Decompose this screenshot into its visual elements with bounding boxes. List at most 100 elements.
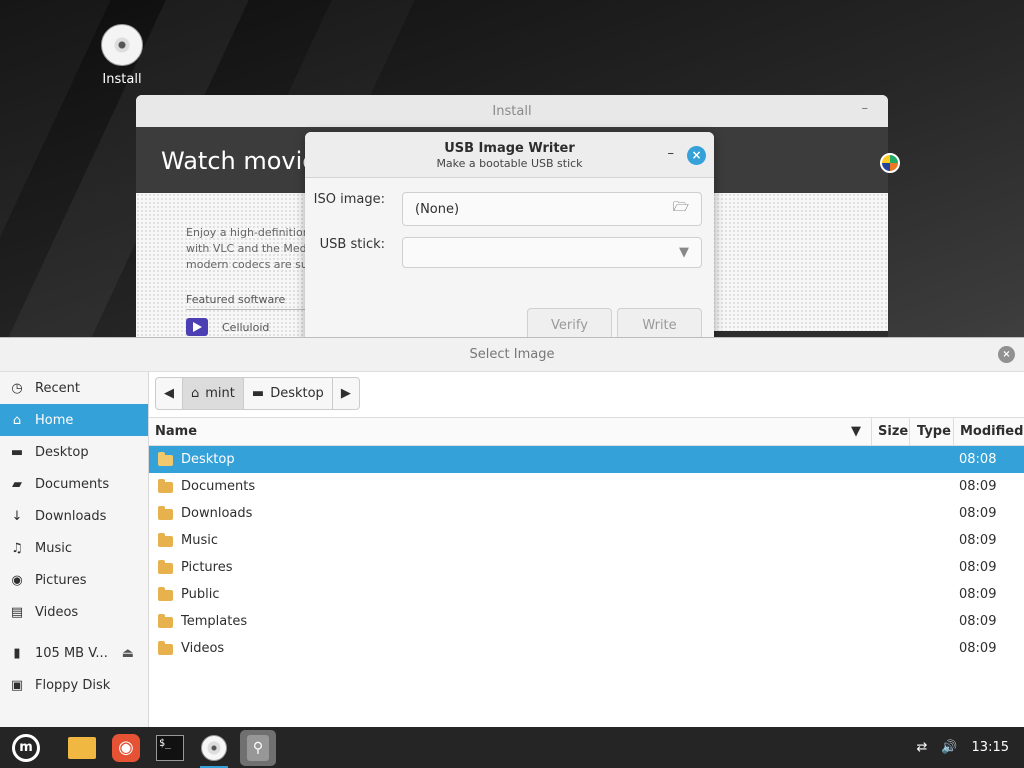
usb-image-writer-dialog: USB Image Writer Make a bootable USB sti… (305, 132, 714, 342)
desktop-icon: ▬ (251, 386, 265, 401)
disc-icon (101, 24, 143, 66)
minimize-icon[interactable]: – (862, 101, 869, 116)
celluloid-icon (186, 318, 208, 336)
folder-icon (158, 560, 173, 574)
chevron-left-icon: ◀ (164, 386, 174, 401)
install-window-title: Install (492, 103, 532, 119)
type-column-header[interactable]: Type (910, 418, 954, 445)
usb-writer-subtitle: Make a bootable USB stick (436, 157, 583, 170)
desktop-install-shortcut[interactable]: Install (96, 24, 148, 87)
path-mint[interactable]: ⌂ mint (183, 378, 244, 409)
sidebar-item-music[interactable]: ♫ Music (0, 532, 148, 564)
files-launcher[interactable] (64, 730, 100, 766)
path-back-button[interactable]: ◀ (156, 378, 183, 409)
file-row-downloads[interactable]: Downloads 08:09 (149, 500, 1024, 527)
volume-icon[interactable]: 🔊 (941, 740, 957, 755)
chevron-right-icon: ▶ (340, 386, 351, 401)
select-image-title: Select Image (469, 347, 555, 362)
iso-label: ISO image: (313, 192, 385, 207)
file-row-templates[interactable]: Templates 08:09 (149, 608, 1024, 635)
usb-writer-task[interactable]: ⚲ (240, 729, 276, 766)
color-picker-icon[interactable] (880, 153, 900, 173)
folder-icon (158, 533, 173, 547)
file-row-documents[interactable]: Documents 08:09 (149, 473, 1024, 500)
document-icon: ▰ (12, 476, 22, 492)
file-row-music[interactable]: Music 08:09 (149, 527, 1024, 554)
sidebar-item-documents[interactable]: ▰ Documents (0, 468, 148, 500)
drive-icon: ▮ (13, 645, 21, 661)
folder-icon (158, 452, 173, 466)
iso-row: ISO image: (None) 🗁 (305, 192, 702, 226)
disc-icon (201, 734, 227, 761)
floppy-icon: ▣ (10, 677, 24, 693)
folder-icon (158, 641, 173, 655)
sidebar-item-pictures[interactable]: ◉ Pictures (0, 564, 148, 596)
install-task[interactable] (196, 730, 232, 768)
close-icon[interactable]: × (998, 346, 1015, 363)
sidebar-item-downloads[interactable]: ↓ Downloads (0, 500, 148, 532)
taskbar: m ◉ $_ ⚲ ⇄ 🔊 13:15 (0, 727, 1024, 768)
sidebar-item-videos[interactable]: ▤ Videos (0, 596, 148, 628)
video-icon: ▤ (10, 604, 24, 620)
install-description: Enjoy a high-definition with VLC and the… (186, 226, 315, 271)
firefox-icon: ◉ (112, 733, 140, 762)
iso-file-button[interactable]: (None) 🗁 (402, 192, 702, 226)
music-icon: ♫ (11, 540, 23, 556)
minimize-icon[interactable]: – (668, 146, 675, 161)
install-titlebar[interactable]: Install – (136, 95, 888, 127)
folder-open-icon: 🗁 (672, 200, 689, 215)
terminal-launcher[interactable]: $_ (152, 730, 188, 766)
sidebar-item-floppy-disk[interactable]: ▣ Floppy Disk (0, 669, 148, 701)
file-list-header: Name ▼ Size Type Modified (149, 417, 1024, 446)
download-icon: ↓ (11, 508, 23, 524)
mint-menu-button[interactable]: m (8, 730, 44, 766)
system-tray: ⇄ 🔊 13:15 (916, 740, 1009, 755)
home-icon: ⌂ (12, 412, 22, 428)
modified-column-header[interactable]: Modified (954, 418, 1024, 445)
places-sidebar: ◷ Recent ⌂ Home ▬ Desktop ▰ Documents ↓ Downl… (0, 372, 149, 727)
file-row-videos[interactable]: Videos 08:09 (149, 635, 1024, 662)
folder-icon (158, 506, 173, 520)
close-icon[interactable]: × (687, 146, 706, 165)
sidebar-item-desktop[interactable]: ▬ Desktop (0, 436, 148, 468)
path-desktop[interactable]: ▬ Desktop (244, 378, 333, 409)
folder-icon (158, 479, 173, 493)
desktop-icon: ▬ (10, 444, 24, 460)
file-row-public[interactable]: Public 08:09 (149, 581, 1024, 608)
celluloid-label: Celluloid (222, 320, 270, 334)
path-bar: ◀ ⌂ mint ▬ Desktop ▶ (155, 377, 360, 410)
clock-icon: ◷ (11, 380, 23, 396)
sidebar-item-recent[interactable]: ◷ Recent (0, 372, 148, 404)
sidebar-item-home[interactable]: ⌂ Home (0, 404, 148, 436)
usb-writer-title: USB Image Writer (444, 141, 575, 156)
network-icon[interactable]: ⇄ (916, 740, 927, 755)
firefox-launcher[interactable]: ◉ (108, 730, 144, 766)
folder-icon (158, 614, 173, 628)
eject-icon[interactable]: ⏏ (122, 646, 134, 661)
usb-row: USB stick: ▼ (305, 237, 702, 268)
featured-software-heading: Featured software (186, 293, 316, 310)
folder-icon (158, 587, 173, 601)
iso-value: (None) (415, 201, 460, 217)
sort-down-icon: ▼ (851, 424, 861, 439)
select-image-titlebar[interactable]: Select Image × (0, 338, 1024, 372)
path-forward-button[interactable]: ▶ (333, 378, 359, 409)
file-list: Name ▼ Size Type Modified Desktop 08:08 Do… (149, 417, 1024, 727)
file-row-desktop[interactable]: Desktop 08:08 (149, 446, 1024, 473)
folder-icon (68, 736, 96, 759)
sidebar-item-usb-drive[interactable]: ▮ 105 MB V... ⏏ (0, 637, 148, 669)
usb-stick-label: USB stick: (319, 237, 385, 252)
usb-titlebar[interactable]: USB Image Writer Make a bootable USB sti… (305, 132, 714, 178)
mint-logo-icon: m (12, 733, 40, 762)
size-column-header[interactable]: Size (872, 418, 910, 445)
select-image-dialog: Select Image × ◷ Recent ⌂ Home ▬ Desktop ▰ D… (0, 337, 1024, 727)
celluloid-app[interactable]: Celluloid (186, 318, 269, 336)
install-shortcut-label: Install (102, 72, 142, 87)
file-row-pictures[interactable]: Pictures 08:09 (149, 554, 1024, 581)
clock[interactable]: 13:15 (972, 740, 1009, 755)
home-icon: ⌂ (191, 386, 200, 401)
camera-icon: ◉ (11, 572, 23, 588)
usb-stick-select[interactable]: ▼ (402, 237, 702, 268)
name-column-header[interactable]: Name ▼ (149, 418, 872, 445)
terminal-icon: $_ (156, 734, 184, 761)
